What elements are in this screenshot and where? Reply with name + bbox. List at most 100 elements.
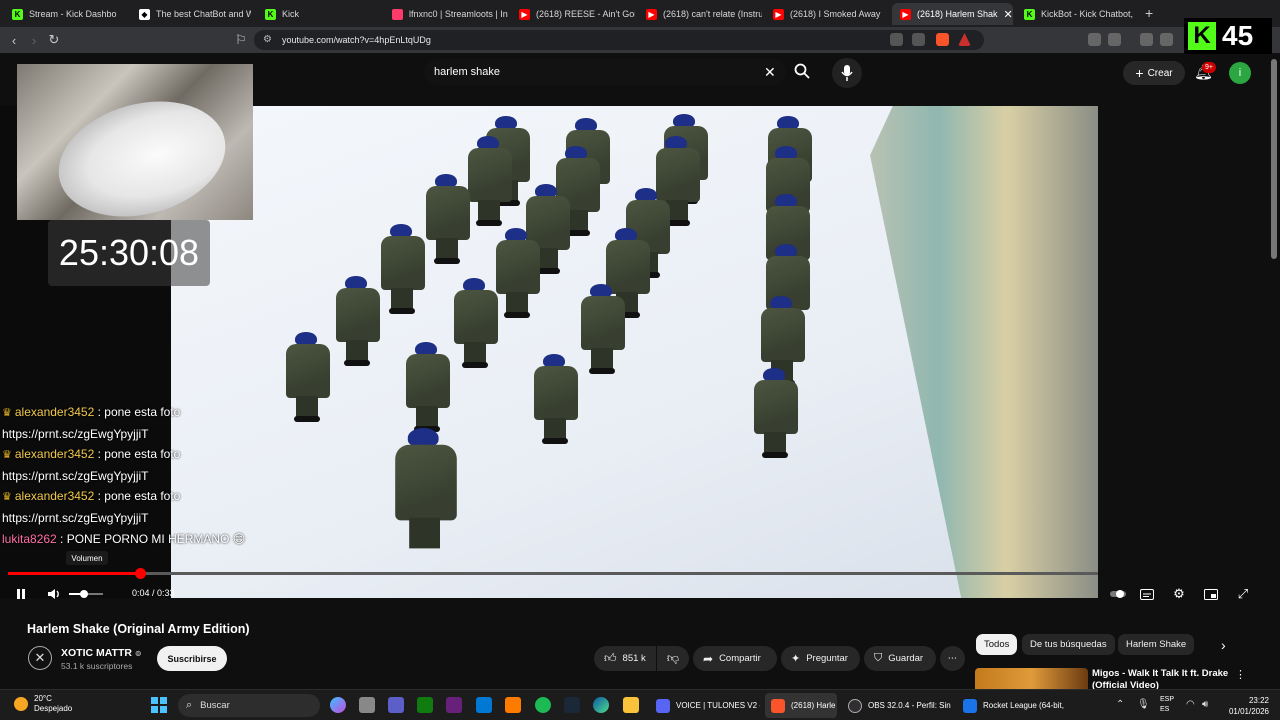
file-explorer-icon[interactable] bbox=[623, 697, 639, 713]
pause-icon bbox=[17, 589, 25, 599]
spotify-icon[interactable] bbox=[535, 697, 551, 713]
ask-button[interactable]: ✦ Preguntar bbox=[781, 646, 860, 671]
cat-image bbox=[45, 83, 239, 220]
progress-scrubber[interactable] bbox=[134, 568, 146, 579]
subtitles-button[interactable] bbox=[1139, 586, 1155, 602]
voice-search-button[interactable] bbox=[832, 58, 862, 88]
browser-tab-7[interactable]: ▶ (2618) Harlem Shak ✕ bbox=[892, 3, 1013, 25]
forward-icon[interactable]: › bbox=[26, 32, 42, 48]
recommendation-item[interactable]: Migos - Walk It Talk It ft. Drake (Offic… bbox=[975, 668, 1265, 690]
youtube-icon: ▶ bbox=[519, 8, 530, 20]
youtube-icon: ▶ bbox=[900, 8, 911, 20]
tab-label: (2618) REESE - Ain't Going bbox=[536, 9, 635, 19]
copilot-icon[interactable] bbox=[330, 697, 346, 713]
search-icon[interactable] bbox=[793, 62, 811, 80]
chat-message: https://prnt.sc/zgEwgYpyjjiT bbox=[2, 508, 302, 529]
site-info-icon[interactable]: ⚙ bbox=[263, 34, 272, 45]
taskbar-app-obs[interactable]: OBS 32.0.4 - Perfil: Sin bbox=[842, 693, 952, 718]
language-indicator[interactable]: ESP ES bbox=[1160, 695, 1174, 715]
volume-slider[interactable] bbox=[69, 590, 103, 598]
search-input[interactable]: harlem shake bbox=[424, 59, 786, 85]
visual-studio-icon[interactable] bbox=[446, 697, 462, 713]
settings-button[interactable]: ⚙ bbox=[1171, 586, 1187, 602]
mute-button[interactable] bbox=[46, 586, 62, 602]
more-vertical-icon[interactable]: ⋮ bbox=[1235, 668, 1246, 681]
address-bar[interactable]: ⚙ youtube.com/watch?v=4hpEnLtqUDg bbox=[254, 30, 984, 50]
miniplayer-button[interactable] bbox=[1203, 586, 1219, 602]
chip-harlem-shake[interactable]: Harlem Shake bbox=[1118, 634, 1195, 655]
bookmark-save-icon: ⛉ bbox=[874, 652, 883, 664]
windows-start-icon[interactable] bbox=[151, 697, 167, 713]
tray-overflow-icon[interactable]: ⌃ bbox=[1116, 699, 1124, 710]
account-avatar[interactable]: i bbox=[1229, 62, 1251, 84]
channel-name[interactable]: XOTIC MATTR ⊚ bbox=[61, 647, 142, 659]
browser-tab-2[interactable]: K Kick bbox=[257, 3, 381, 25]
wallet-icon[interactable] bbox=[1140, 33, 1153, 46]
cast-icon[interactable] bbox=[890, 33, 903, 46]
save-button[interactable]: ⛉ Guardar bbox=[864, 646, 936, 671]
browser-tab-4[interactable]: ▶ (2618) REESE - Ain't Going bbox=[511, 3, 635, 25]
pause-button[interactable] bbox=[13, 586, 29, 602]
discord-icon bbox=[656, 698, 670, 713]
taskbar-app-brave[interactable]: (2618) Harle bbox=[765, 693, 837, 718]
fullscreen-button[interactable]: ⤢ bbox=[1235, 586, 1251, 602]
chatbot-icon: ◆ bbox=[139, 8, 150, 20]
progress-bar[interactable] bbox=[8, 568, 1098, 579]
app-icon[interactable] bbox=[505, 697, 521, 713]
taskbar-app-rocket-league[interactable]: Rocket League (64-bit, bbox=[957, 693, 1072, 718]
autoplay-toggle[interactable] bbox=[1110, 586, 1128, 602]
kick-icon: K bbox=[1024, 8, 1035, 20]
close-tab-icon[interactable]: ✕ bbox=[1004, 8, 1013, 21]
new-tab-icon[interactable]: + bbox=[1145, 5, 1153, 21]
system-clock[interactable]: 23:22 01/01/2026 bbox=[1219, 695, 1269, 717]
store-icon[interactable] bbox=[476, 697, 492, 713]
create-button[interactable]: + Crear bbox=[1123, 61, 1185, 85]
panel-icon[interactable] bbox=[1160, 33, 1173, 46]
search-query: harlem shake bbox=[434, 66, 501, 78]
subscribe-button[interactable]: Suscribirse bbox=[157, 646, 227, 671]
browser-tab-3[interactable]: lfnxnc0 | Streamloots | Inte bbox=[384, 3, 508, 25]
share-button[interactable]: ➦ Compartir bbox=[693, 646, 777, 671]
clear-search-icon[interactable]: ✕ bbox=[764, 64, 776, 81]
kick-icon: K bbox=[12, 8, 23, 20]
extensions-icon[interactable] bbox=[1088, 33, 1101, 46]
steam-icon[interactable] bbox=[564, 697, 580, 713]
like-button[interactable]: 👍︎ 851 k bbox=[594, 646, 656, 671]
subtitles-icon bbox=[1140, 588, 1154, 600]
chevron-right-icon[interactable]: › bbox=[1221, 637, 1226, 653]
back-icon[interactable]: ‹ bbox=[6, 32, 22, 48]
browser-tab-8[interactable]: K KickBot - Kick Chatbot, Al bbox=[1016, 3, 1134, 25]
tray-mic-icon[interactable]: 🎙︎ bbox=[1137, 699, 1150, 710]
share-icon[interactable] bbox=[912, 33, 925, 46]
browser-tab-6[interactable]: ▶ (2618) I Smoked Away bbox=[765, 3, 889, 25]
page-scrollbar[interactable] bbox=[1271, 59, 1277, 259]
recommendation-title: Migos - Walk It Talk It ft. Drake (Offic… bbox=[1092, 668, 1229, 690]
wifi-icon[interactable]: ◠ bbox=[1186, 699, 1195, 710]
chip-from-searches[interactable]: De tus búsquedas bbox=[1022, 634, 1115, 655]
more-actions-button[interactable]: ⋯ bbox=[940, 646, 965, 671]
youtube-icon: ▶ bbox=[646, 8, 657, 20]
brave-shields-icon[interactable] bbox=[936, 33, 949, 46]
chip-all[interactable]: Todos bbox=[976, 634, 1018, 655]
tab-label: KickBot - Kick Chatbot, Al bbox=[1041, 9, 1134, 19]
kick-viewer-badge: K 45 bbox=[1184, 18, 1272, 54]
channel-avatar[interactable]: ✕ bbox=[28, 646, 52, 670]
task-view-icon[interactable] bbox=[359, 697, 375, 713]
bookmark-icon[interactable]: ⚐ bbox=[233, 32, 249, 48]
taskbar-app-discord[interactable]: VOICE | TULONES V2 - bbox=[650, 693, 760, 718]
browser-tab-0[interactable]: K Stream - Kick Dashbo bbox=[4, 3, 128, 25]
dislike-button[interactable]: 👎︎ bbox=[657, 646, 689, 671]
speaker-icon[interactable]: 🔊︎ bbox=[1202, 699, 1208, 710]
chat-username: alexander3452 bbox=[14, 489, 95, 504]
taskbar-app-label: OBS 32.0.4 - Perfil: Sin bbox=[868, 701, 951, 710]
teams-icon[interactable] bbox=[388, 697, 404, 713]
edge-icon[interactable] bbox=[593, 697, 609, 713]
reload-icon[interactable]: ↻ bbox=[46, 32, 62, 48]
xbox-icon[interactable] bbox=[417, 697, 433, 713]
taskbar-search[interactable]: ⌕ Buscar bbox=[178, 694, 320, 717]
tab-label: (2618) Harlem Shak bbox=[917, 9, 998, 19]
sidebar-icon[interactable] bbox=[1108, 33, 1121, 46]
browser-tab-5[interactable]: ▶ (2618) can't relate (Instrum bbox=[638, 3, 762, 25]
weather-widget[interactable]: 20°C Despejado bbox=[14, 694, 72, 714]
browser-tab-1[interactable]: ◆ The best ChatBot and Wid bbox=[131, 3, 251, 25]
